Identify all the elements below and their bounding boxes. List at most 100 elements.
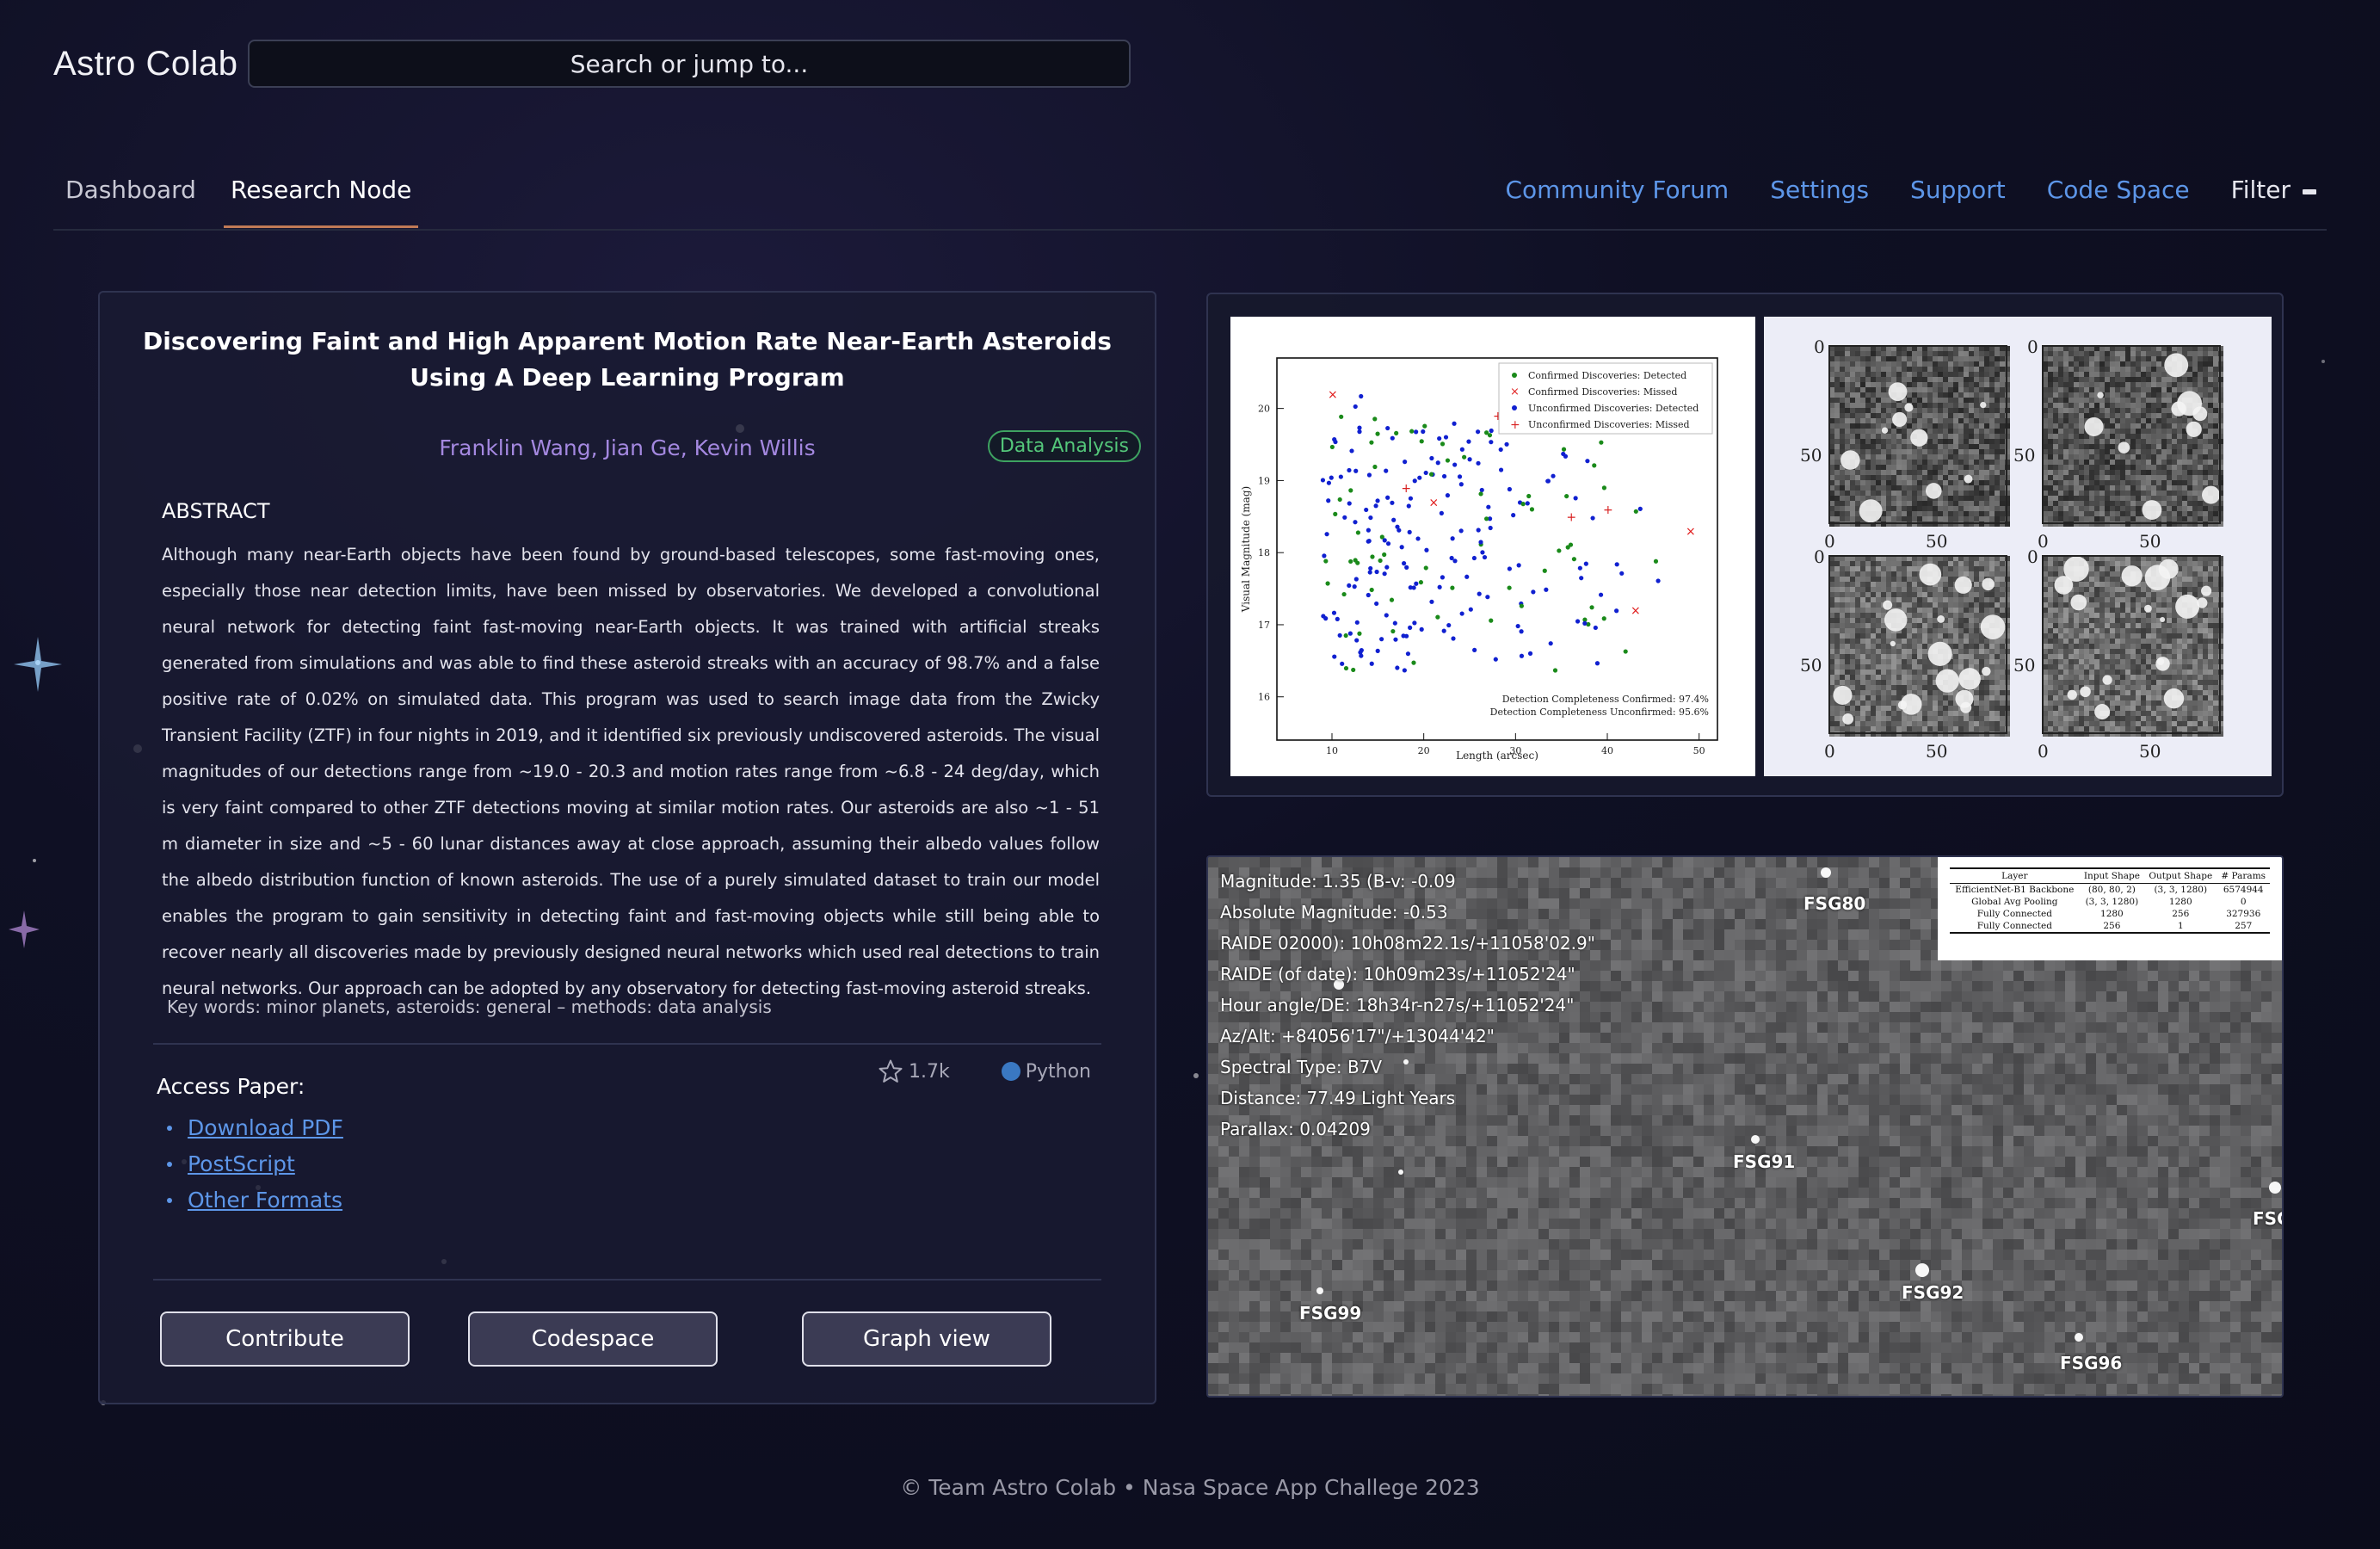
noise-pixel [1896, 659, 1902, 664]
nav-link-support[interactable]: Support [1910, 176, 2006, 204]
data-point [1337, 633, 1342, 638]
postscript-link[interactable]: PostScript [188, 1146, 295, 1182]
data-point [1348, 488, 1353, 493]
noise-pixel [1860, 700, 1865, 706]
noise-pixel [1984, 434, 1989, 439]
noise-pixel [2192, 587, 2198, 592]
noise-pixel [2187, 491, 2192, 496]
noise-pixel [2130, 491, 2136, 496]
tab-research-node[interactable]: Research Node [223, 176, 419, 228]
download-pdf-link[interactable]: Download PDF [188, 1110, 343, 1146]
noise-pixel [1979, 654, 1984, 659]
noise-pixel [2198, 470, 2203, 475]
noise-pixel [1840, 382, 1845, 387]
nav-link-community-forum[interactable]: Community Forum [1505, 176, 1729, 204]
data-point [1326, 498, 1331, 503]
noise-pixel [2198, 372, 2203, 377]
noise-pixel [1845, 403, 1850, 408]
noise-pixel [2141, 597, 2146, 602]
noise-pixel [1933, 429, 1938, 434]
noise-pixel [1845, 571, 1850, 577]
noise-pixel [2182, 644, 2187, 649]
noise-pixel [2048, 511, 2053, 516]
noise-pixel [2069, 685, 2074, 690]
noise-pixel [1876, 654, 1881, 659]
noise-pixel [2146, 361, 2151, 367]
noise-pixel [2105, 387, 2110, 392]
noise-pixel [1886, 659, 1891, 664]
noise-pixel [1974, 387, 1979, 392]
data-point [1325, 581, 1330, 586]
noise-pixel [1979, 449, 1984, 454]
noise-pixel [1989, 392, 1995, 398]
noise-pixel [2094, 577, 2099, 582]
noise-pixel [2099, 444, 2105, 449]
noise-pixel [1995, 367, 2000, 372]
noise-pixel [2177, 618, 2182, 623]
noise-pixel [1860, 680, 1865, 685]
noise-pixel [1860, 465, 1865, 470]
noise-pixel [2074, 449, 2079, 454]
star-count[interactable]: 1.7k [878, 1058, 950, 1084]
noise-pixel [1907, 392, 1912, 398]
noise-pixel [1886, 670, 1891, 675]
noise-pixel [1912, 387, 1917, 392]
noise-pixel [2125, 623, 2130, 628]
search-input[interactable]: Search or jump to... [248, 40, 1131, 88]
category-badge[interactable]: Data Analysis [987, 430, 1141, 462]
noise-pixel [1855, 675, 1860, 680]
noise-pixel [2192, 582, 2198, 587]
noise-pixel [1979, 561, 1984, 566]
noise-pixel [1834, 628, 1840, 633]
data-point [1551, 473, 1556, 478]
codespace-button[interactable]: Codespace [468, 1311, 718, 1367]
data-point [1375, 498, 1380, 503]
noise-pixel [2058, 639, 2063, 644]
noise-pixel [2069, 439, 2074, 444]
graph-view-button[interactable]: Graph view [802, 1311, 1051, 1367]
noise-pixel [1922, 675, 1927, 680]
noise-pixel [1974, 690, 1979, 695]
noise-pixel [2203, 465, 2208, 470]
noise-pixel [2192, 618, 2198, 623]
noise-pixel [2141, 639, 2146, 644]
noise-pixel [2000, 475, 2005, 480]
noise-pixel [1912, 587, 1917, 592]
data-point [1384, 468, 1389, 473]
noise-pixel [2000, 587, 2005, 592]
brand-logo[interactable]: Astro Colab [53, 45, 237, 83]
data-point [1519, 629, 1524, 634]
noise-pixel [1943, 480, 1948, 485]
data-point [1485, 595, 1490, 600]
noise-pixel [2115, 423, 2120, 429]
noise-pixel [2084, 618, 2089, 623]
noise-pixel [2172, 628, 2177, 633]
nav-link-settings[interactable]: Settings [1770, 176, 1869, 204]
noise-pixel [1969, 361, 1974, 367]
noise-pixel [1927, 721, 1933, 726]
noise-pixel [2000, 726, 2005, 731]
noise-pixel [1989, 690, 1995, 695]
noise-pixel [2125, 475, 2130, 480]
noise-pixel [2048, 561, 2053, 566]
filter-button[interactable]: Filter [2231, 176, 2316, 204]
noise-pixel [2198, 644, 2203, 649]
other-formats-link[interactable]: Other Formats [188, 1182, 342, 1219]
noise-pixel [2058, 644, 2063, 649]
noise-pixel [1845, 628, 1850, 633]
star-blob [1884, 608, 1908, 632]
noise-pixel [1989, 602, 1995, 608]
noise-pixel [2074, 351, 2079, 356]
noise-pixel [1974, 561, 1979, 566]
noise-pixel [2110, 408, 2115, 413]
contribute-button[interactable]: Contribute [160, 1311, 410, 1367]
tab-dashboard[interactable]: Dashboard [65, 176, 196, 204]
noise-pixel [2084, 587, 2089, 592]
noise-pixel [1840, 491, 1845, 496]
noise-pixel [2099, 592, 2105, 597]
noise-pixel [1995, 398, 2000, 403]
nav-link-code-space[interactable]: Code Space [2047, 176, 2190, 204]
noise-pixel [2167, 633, 2172, 639]
noise-pixel [2000, 613, 2005, 618]
noise-pixel [1871, 398, 1876, 403]
